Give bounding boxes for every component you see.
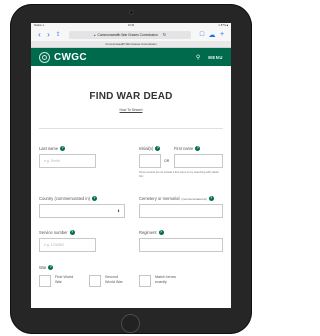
first-name-note: Some records do not include a first name… xyxy=(139,171,219,178)
help-icon[interactable]: ? xyxy=(60,146,66,151)
initials-label: Initial(s) ? xyxy=(139,145,161,151)
camera xyxy=(129,10,134,15)
second-world-war-checkbox[interactable] xyxy=(89,275,101,287)
or-label: OR xyxy=(164,159,170,163)
address-text: Commonwealth War Graves Commission xyxy=(97,32,158,37)
service-number-label: Service number ? xyxy=(39,229,75,235)
page-title: FIND WAR DEAD xyxy=(89,91,173,102)
site-header: CWGC ⚲ MENU xyxy=(31,48,231,66)
match-exactly-checkbox[interactable] xyxy=(139,275,151,287)
help-icon[interactable]: ? xyxy=(91,196,97,201)
help-icon[interactable]: ? xyxy=(48,265,54,270)
match-exactly-label: Match terms exactly xyxy=(155,275,176,284)
lock-icon: 🔒︎ xyxy=(93,32,96,37)
cwgc-logo-icon[interactable] xyxy=(39,51,50,63)
help-icon[interactable]: ? xyxy=(195,146,201,151)
last-name-label: Last name ? xyxy=(39,145,66,151)
address-bar[interactable]: 🔒︎ Commonwealth War Graves Commission ↻ xyxy=(69,30,191,39)
cemetery-label: Cemetery or memorial (commemorated at) ? xyxy=(139,195,214,201)
war-label: War ? xyxy=(39,264,54,270)
first-world-war-checkbox[interactable] xyxy=(39,275,51,287)
tab-title: Commonwealth War Graves Commission xyxy=(105,42,157,46)
first-world-war-label: First World War xyxy=(55,275,74,284)
browser-toolbar: ‹ › ⇪ 🔒︎ Commonwealth War Graves Commiss… xyxy=(31,28,231,41)
help-icon[interactable]: ? xyxy=(155,146,161,151)
back-icon[interactable]: ‹ xyxy=(35,30,44,39)
cloud-tabs-icon[interactable]: ☁ xyxy=(207,31,217,39)
share-icon[interactable]: ⇪ xyxy=(53,31,63,38)
status-time: 10:32 xyxy=(127,24,135,27)
tab-strip[interactable]: Commonwealth War Graves Commission xyxy=(31,41,231,48)
regiment-label: Regiment ? xyxy=(139,229,164,235)
divider xyxy=(39,128,223,129)
help-icon[interactable]: ? xyxy=(208,196,214,201)
initials-input[interactable] xyxy=(139,154,161,168)
first-name-label: First name ? xyxy=(174,145,201,151)
second-world-war-label: Second World War xyxy=(105,275,123,284)
country-label: Country (commemorated in) ? xyxy=(39,195,97,201)
help-icon[interactable]: ? xyxy=(158,230,164,235)
refresh-icon[interactable]: ↻ xyxy=(163,32,166,37)
site-logo-text[interactable]: CWGC xyxy=(54,52,87,63)
how-to-search-link[interactable]: How To Search xyxy=(31,108,231,112)
tablet-screen: Station ✈ 10:32 ✦ 87% ■ ‹ › ⇪ 🔒︎ Commonw… xyxy=(31,23,231,308)
status-battery: ✦ 87% ■ xyxy=(218,24,229,27)
service-number-input[interactable]: e.g. 1234567 xyxy=(39,238,96,252)
search-icon[interactable]: ⚲ xyxy=(196,54,200,61)
regiment-input[interactable] xyxy=(139,238,223,252)
home-button[interactable] xyxy=(121,314,140,333)
select-arrows-icon: ⬍ xyxy=(117,209,120,213)
menu-button[interactable]: MENU xyxy=(208,55,223,60)
cemetery-input[interactable] xyxy=(139,204,223,218)
last-name-input[interactable]: e.g. Smith xyxy=(39,154,96,168)
new-tab-icon[interactable]: + xyxy=(217,31,227,38)
first-name-input[interactable] xyxy=(174,154,223,168)
status-carrier: Station ✈ xyxy=(34,24,45,27)
country-select[interactable]: ⬍ xyxy=(39,204,125,218)
forward-icon[interactable]: › xyxy=(44,30,53,39)
help-icon[interactable]: ? xyxy=(69,230,75,235)
bookmarks-icon[interactable]: □ xyxy=(197,31,207,38)
